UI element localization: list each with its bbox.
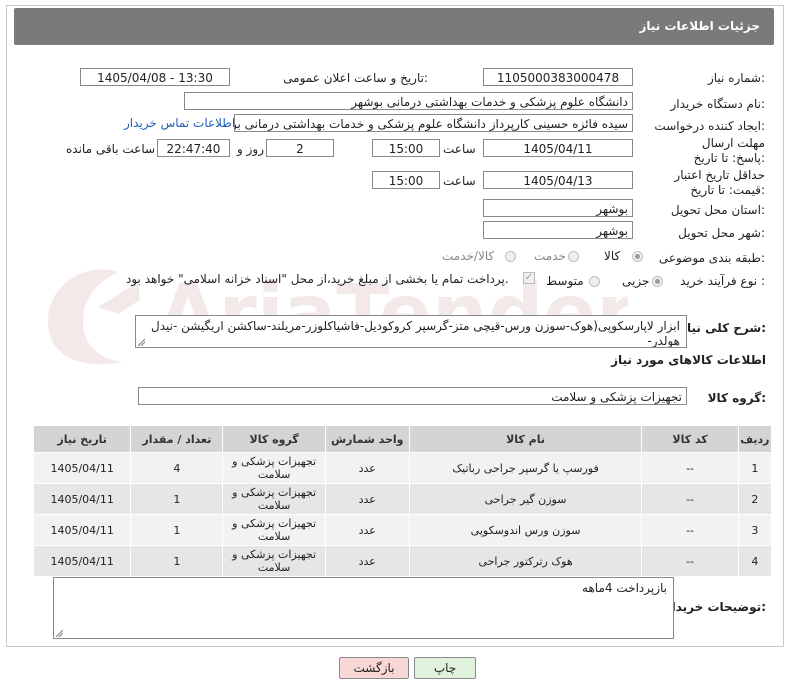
print-button[interactable]: چاپ <box>414 657 476 679</box>
cell-group: تجهیزات پزشکی و سلامت <box>222 545 326 577</box>
cell-item-code: -- <box>641 452 739 484</box>
cell-item-name: هوک رتركتور جراحی <box>408 545 643 577</box>
cell-unit: عدد <box>324 452 410 484</box>
cell-item-name: سوزن ورس اندوسکوپی <box>408 514 643 546</box>
category-option-goods: کالا <box>604 249 621 263</box>
treasury-payment-checkbox[interactable]: ✓ <box>523 272 535 284</box>
process-option-minor: جزیی <box>622 274 650 288</box>
requester-field: سیده فائزه حسینی کارپرداز دانشگاه علوم پ… <box>234 114 633 132</box>
table-header-row: ردیف کد کالا نام کالا واحد شمارش گروه کا… <box>32 425 773 453</box>
buyer-contact-link[interactable]: اطلاعات تماس خریدار <box>124 116 235 130</box>
buyer-org-field: دانشگاه علوم پزشکی و خدمات بهداشتی درمان… <box>184 92 633 110</box>
price-validity-time-label: ساعت <box>443 174 476 188</box>
col-header-group: گروه کالا <box>222 425 326 453</box>
buyer-notes-textarea[interactable]: بازپرداخت 4ماهه <box>53 577 674 639</box>
send-deadline-time-field: 15:00 <box>372 139 440 157</box>
cell-item-name: سوزن گیر جراحی <box>408 483 643 515</box>
cell-need-date: 1405/04/11 <box>32 452 132 484</box>
price-validity-label: حداقل تاریخ اعتبار قیمت: تا تاریخ: <box>674 168 765 197</box>
send-deadline-date-field: 1405/04/11 <box>483 139 633 157</box>
city-label: شهر محل تحویل: <box>678 226 765 240</box>
price-validity-date-field: 1405/04/13 <box>483 171 633 189</box>
cell-item-name: فورسپ یا گرسپر جراحی رباتیک <box>408 452 643 484</box>
province-label: استان محل تحویل: <box>670 203 765 217</box>
send-deadline-time-label: ساعت <box>443 142 476 156</box>
price-validity-time-field: 15:00 <box>372 171 440 189</box>
cell-group: تجهیزات پزشکی و سلامت <box>222 514 326 546</box>
col-header-unit: واحد شمارش <box>324 425 410 453</box>
category-radio-goods[interactable] <box>632 251 643 262</box>
cell-item-code: -- <box>641 514 739 546</box>
time-remaining-label: ساعت باقی مانده <box>66 142 156 156</box>
page-header: جزئیات اطلاعات نیاز <box>14 8 774 45</box>
goods-group-field: تجهیزات پزشکی و سلامت <box>138 387 687 405</box>
cell-need-date: 1405/04/11 <box>32 545 132 577</box>
days-remaining-field: 2 <box>266 139 334 157</box>
cell-need-date: 1405/04/11 <box>32 514 132 546</box>
category-radio-goods-service[interactable] <box>505 251 516 262</box>
page-title: جزئیات اطلاعات نیاز <box>639 19 760 33</box>
cell-unit: عدد <box>324 514 410 546</box>
need-number-label: شماره نیاز: <box>707 71 765 85</box>
buyer-org-label: نام دستگاه خریدار: <box>670 97 766 111</box>
cell-row-number: 1 <box>737 452 773 484</box>
col-header-item-name: نام کالا <box>408 425 643 453</box>
cell-unit: عدد <box>324 483 410 515</box>
col-header-item-code: کد کالا <box>641 425 739 453</box>
cell-quantity: 1 <box>130 545 224 577</box>
process-type-label: نوع فرآیند خرید : <box>680 274 765 288</box>
city-field: بوشهر <box>483 221 633 239</box>
resize-handle-icon <box>138 339 145 346</box>
process-option-medium: متوسط <box>546 274 584 288</box>
need-number-field: 1105000383000478 <box>483 68 633 86</box>
announce-datetime-field: 1405/04/08 - 13:30 <box>80 68 230 86</box>
col-header-row-number: ردیف <box>737 425 773 453</box>
process-radio-minor[interactable] <box>652 276 663 287</box>
category-label: طبقه بندی موضوعی: <box>658 251 765 265</box>
cell-row-number: 3 <box>737 514 773 546</box>
province-field: بوشهر <box>483 199 633 217</box>
items-table: ردیف کد کالا نام کالا واحد شمارش گروه کا… <box>32 425 773 577</box>
treasury-payment-note: پرداخت تمام یا بخشی از مبلغ خرید،از محل … <box>126 272 509 286</box>
days-label: روز و <box>237 142 264 156</box>
time-remaining-field: 22:47:40 <box>157 139 230 157</box>
cell-item-code: -- <box>641 483 739 515</box>
description-label: شرح کلی نیاز: <box>680 321 766 335</box>
cell-row-number: 4 <box>737 545 773 577</box>
table-row: 1 -- فورسپ یا گرسپر جراحی رباتیک عدد تجه… <box>32 452 773 484</box>
category-radio-service[interactable] <box>568 251 579 262</box>
col-header-need-date: تاریخ نیاز <box>32 425 132 453</box>
category-option-service: خدمت <box>534 249 566 263</box>
description-text: ابزار لاپارسکوپی(هوک-سوزن ورس-قیچی متز-گ… <box>150 319 680 348</box>
send-deadline-label: مهلت ارسال پاسخ: تا تاریخ: <box>693 136 765 165</box>
cell-unit: عدد <box>324 545 410 577</box>
goods-info-title: اطلاعات کالاهای مورد نیاز <box>611 353 766 367</box>
table-row: 4 -- هوک رتركتور جراحی عدد تجهیزات پزشکی… <box>32 545 773 577</box>
buyer-notes-text: بازپرداخت 4ماهه <box>582 581 667 595</box>
resize-handle-icon <box>56 630 63 637</box>
cell-quantity: 1 <box>130 483 224 515</box>
process-radio-medium[interactable] <box>589 276 600 287</box>
description-textarea[interactable]: ابزار لاپارسکوپی(هوک-سوزن ورس-قیچی متز-گ… <box>135 315 687 348</box>
announce-datetime-label: تاریخ و ساعت اعلان عمومی: <box>283 71 428 85</box>
category-option-goods-service: کالا/خدمت <box>442 249 495 263</box>
cell-group: تجهیزات پزشکی و سلامت <box>222 483 326 515</box>
cell-quantity: 4 <box>130 452 224 484</box>
table-row: 3 -- سوزن ورس اندوسکوپی عدد تجهیزات پزشک… <box>32 514 773 546</box>
goods-group-label: گروه کالا: <box>707 391 766 405</box>
cell-group: تجهیزات پزشکی و سلامت <box>222 452 326 484</box>
table-row: 2 -- سوزن گیر جراحی عدد تجهیزات پزشکی و … <box>32 483 773 515</box>
back-button[interactable]: بازگشت <box>339 657 409 679</box>
cell-quantity: 1 <box>130 514 224 546</box>
buyer-notes-label: توضیحات خریدار: <box>664 600 766 614</box>
col-header-quantity: تعداد / مقدار <box>130 425 224 453</box>
cell-row-number: 2 <box>737 483 773 515</box>
cell-item-code: -- <box>641 545 739 577</box>
requester-label: ایجاد کننده درخواست: <box>654 119 765 133</box>
cell-need-date: 1405/04/11 <box>32 483 132 515</box>
